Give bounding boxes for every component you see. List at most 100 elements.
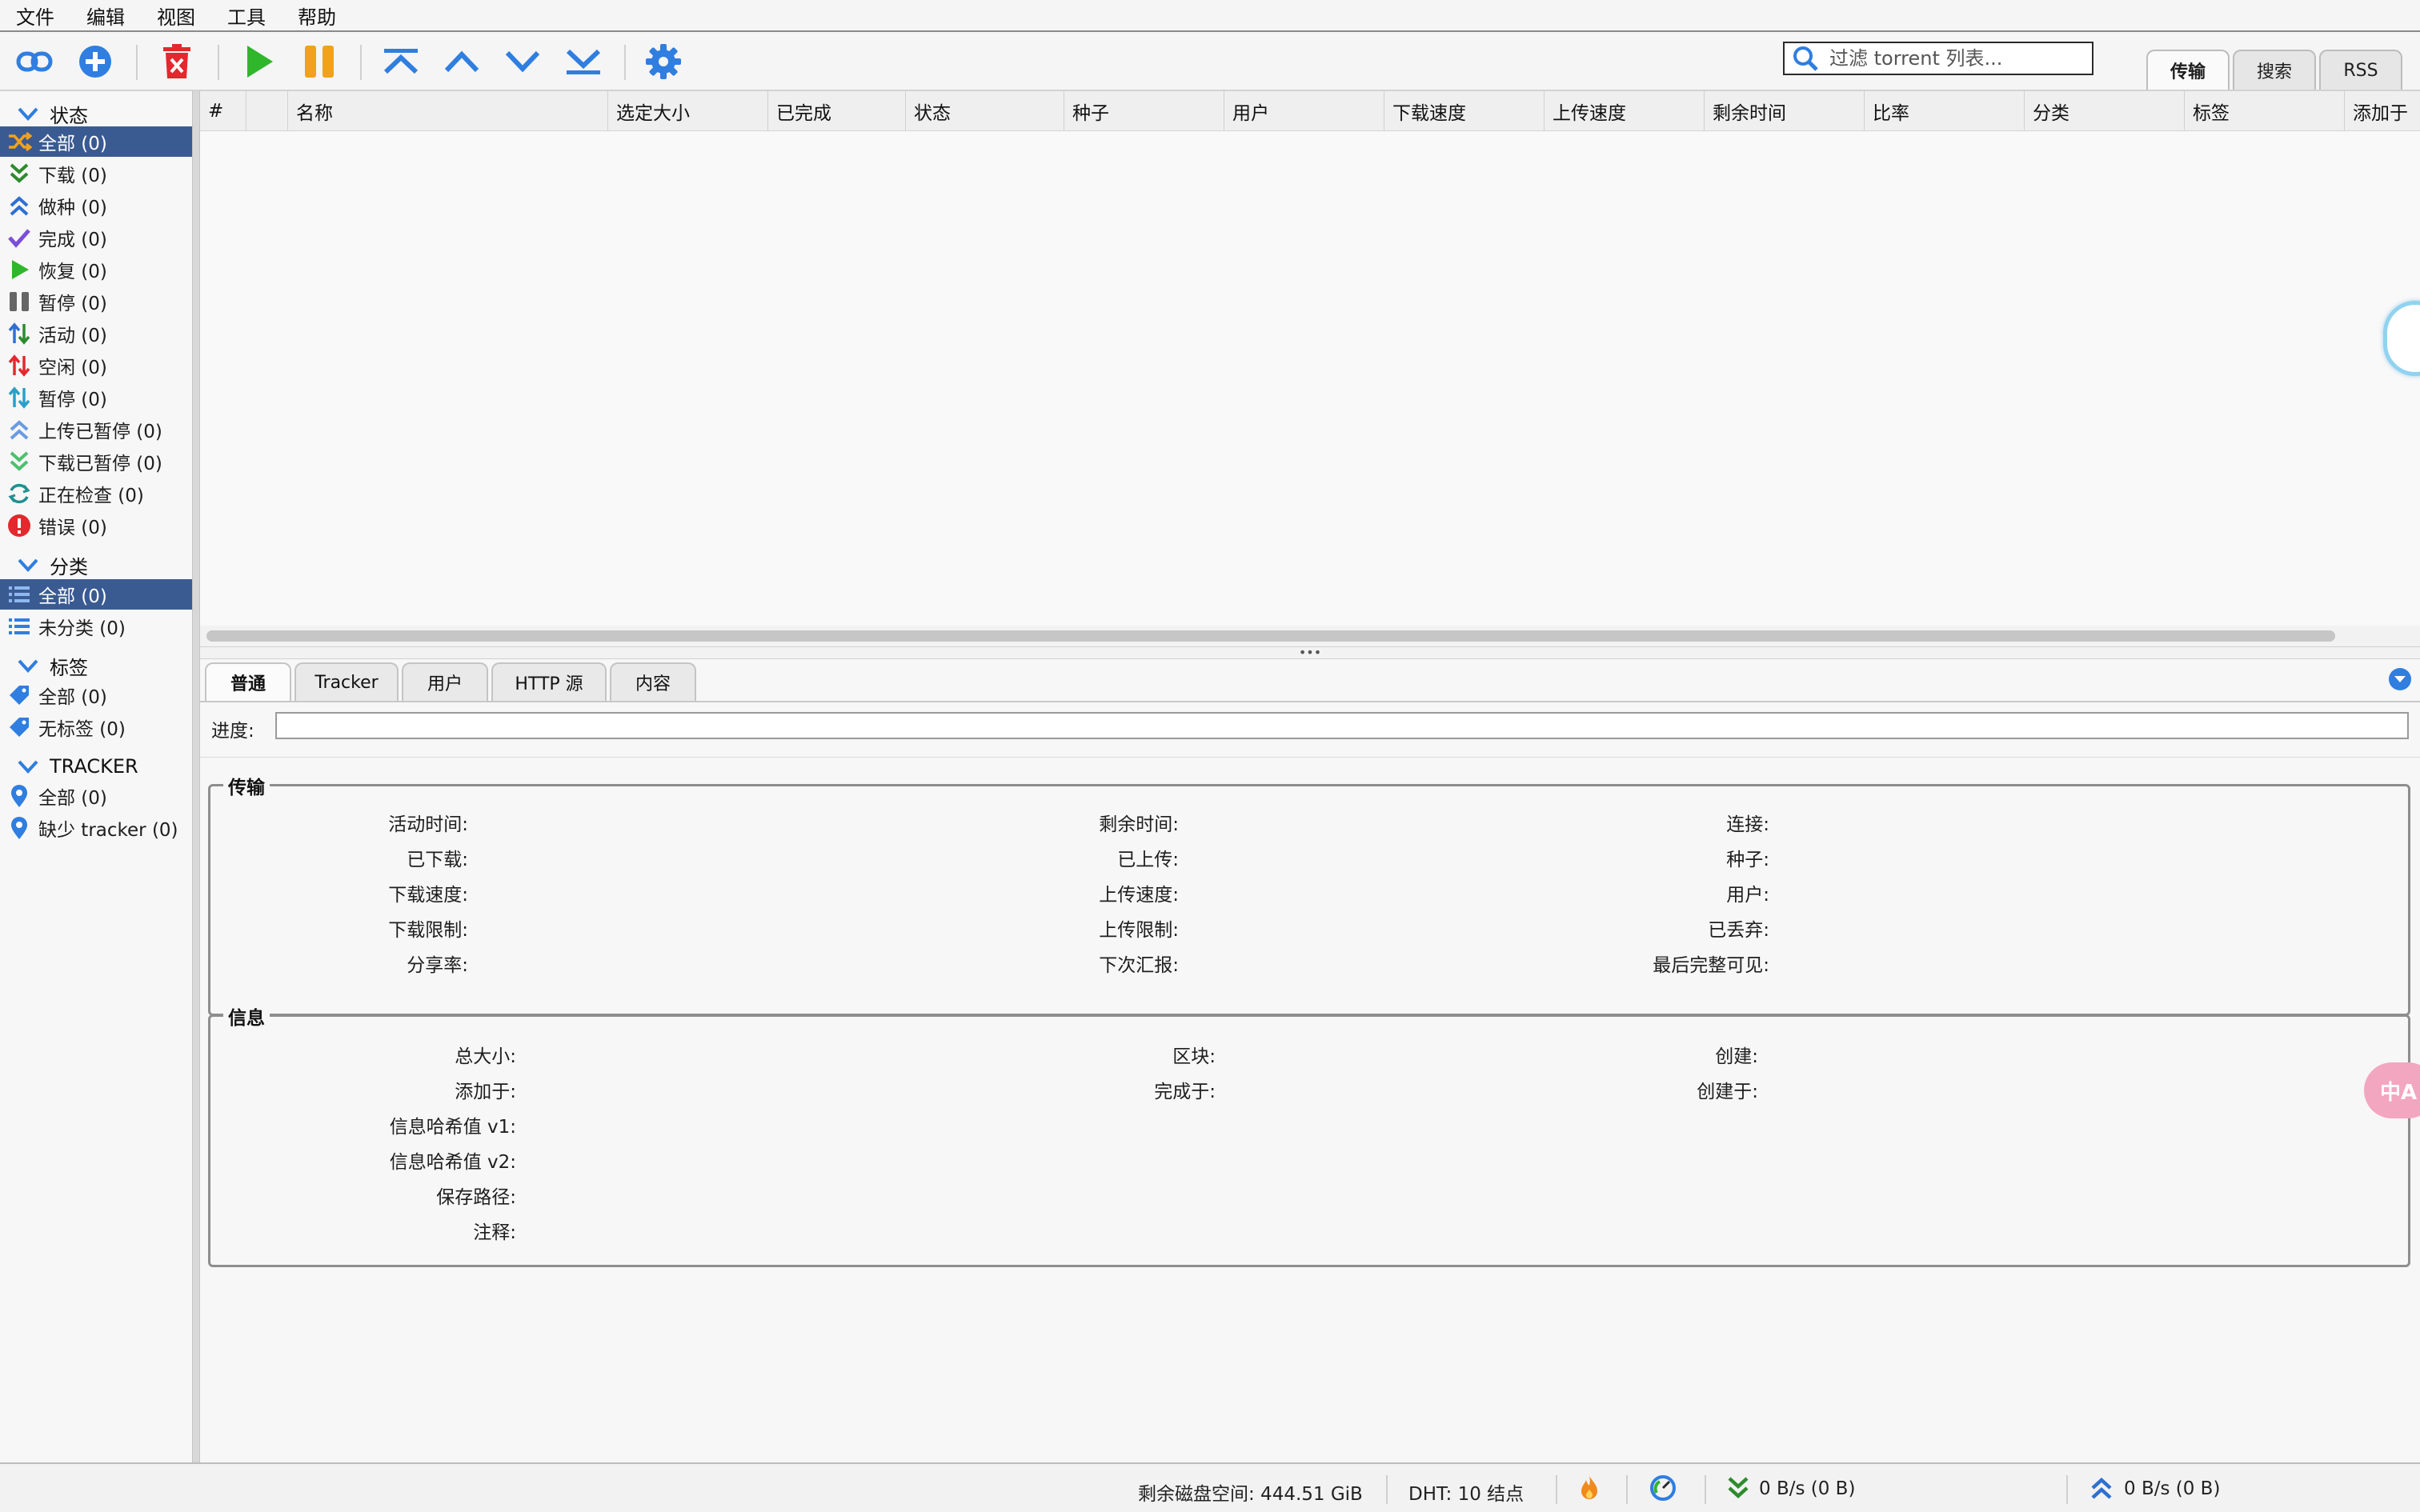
refresh-icon — [8, 483, 30, 504]
status-item-checking[interactable]: 正在检查 (0) — [0, 478, 192, 509]
delete-torrent-button[interactable] — [157, 42, 197, 82]
tab-rss[interactable]: RSS — [2319, 50, 2402, 90]
menu-edit[interactable]: 编辑 — [86, 2, 125, 30]
status-item-stalled-download[interactable]: 下载已暂停 (0) — [0, 446, 192, 477]
status-item-seeding[interactable]: 做种 (0) — [0, 190, 192, 221]
column-header-seeds[interactable]: 种子 — [1064, 91, 1224, 131]
menu-file[interactable]: 文件 — [16, 2, 54, 30]
column-header-added-on[interactable]: 添加于 — [2345, 91, 2420, 131]
field-label: 用户: — [1726, 885, 1769, 906]
menu-view[interactable]: 视图 — [157, 2, 195, 30]
status-item-active[interactable]: 活动 (0) — [0, 318, 192, 349]
tracker-item-trackerless[interactable]: 缺少 tracker (0) — [0, 813, 192, 843]
tag-icon — [10, 686, 29, 705]
tab-content[interactable]: 内容 — [610, 662, 696, 701]
move-down-button[interactable] — [503, 42, 543, 82]
tag-item-all[interactable]: 全部 (0) — [0, 680, 192, 710]
tracker-filter-header[interactable]: TRACKER — [0, 752, 192, 781]
upload-speed: 0 B/s (0 B) — [2124, 1478, 2221, 1499]
chevron-down-icon — [505, 50, 540, 73]
status-filter-header[interactable]: 状态 — [0, 99, 192, 128]
status-item-stalled[interactable]: 暂停 (0) — [0, 382, 192, 413]
location-pin-icon — [11, 785, 27, 807]
status-item-error[interactable]: 错误 (0) — [0, 510, 192, 541]
status-item-downloading[interactable]: 下载 (0) — [0, 158, 192, 189]
chevron-down-icon — [18, 760, 38, 774]
translate-widget[interactable]: 中A — [2364, 1062, 2420, 1118]
trash-icon — [163, 44, 190, 78]
column-header-download-speed[interactable]: 下载速度 — [1384, 91, 1545, 131]
resume-button[interactable] — [238, 42, 278, 82]
chevron-down-icon — [18, 558, 38, 572]
tag-filter-header[interactable]: 标签 — [0, 651, 192, 680]
field-label: 已下载: — [407, 850, 468, 870]
column-header-status[interactable]: 状态 — [906, 91, 1064, 131]
speed-limit-icon[interactable] — [1649, 1474, 1677, 1502]
status-separator — [2066, 1475, 2068, 1504]
column-header-status-icon[interactable] — [246, 91, 288, 131]
status-item-label: 全部 (0) — [38, 134, 107, 154]
move-bottom-button[interactable] — [563, 42, 603, 82]
tag-item-untagged[interactable]: 无标签 (0) — [0, 712, 192, 742]
status-item-stalled-upload[interactable]: 上传已暂停 (0) — [0, 414, 192, 445]
tab-trackers[interactable]: Tracker — [294, 662, 399, 701]
collapse-panel-icon[interactable] — [2388, 667, 2412, 691]
field-label: 完成于: — [1154, 1082, 1216, 1102]
status-item-completed[interactable]: 完成 (0) — [0, 222, 192, 253]
tab-http-sources[interactable]: HTTP 源 — [491, 662, 607, 701]
column-header-upload-speed[interactable]: 上传速度 — [1545, 91, 1705, 131]
add-torrent-file-button[interactable] — [75, 42, 115, 82]
options-button[interactable] — [643, 42, 683, 82]
field-label: 最后完整可见: — [1653, 955, 1769, 976]
status-separator — [1705, 1475, 1706, 1504]
transfer-group: 传输 活动时间: 剩余时间: 连接: 已下载: 已上传: 种子: 下载速度: 上… — [208, 772, 2410, 1016]
status-item-resumed[interactable]: 恢复 (0) — [0, 254, 192, 285]
status-item-label: 下载已暂停 (0) — [38, 454, 162, 474]
upload-speed-icon — [2091, 1477, 2112, 1499]
pause-button[interactable] — [299, 42, 339, 82]
category-item-uncategorized[interactable]: 未分类 (0) — [0, 611, 192, 642]
tracker-item-label: 缺少 tracker (0) — [38, 820, 178, 841]
panel-splitter[interactable]: ••• — [200, 646, 2420, 659]
menu-tools[interactable]: 工具 — [227, 2, 266, 30]
tab-transfers[interactable]: 传输 — [2146, 50, 2230, 90]
tab-search[interactable]: 搜索 — [2233, 50, 2316, 90]
column-header-done[interactable]: 已完成 — [768, 91, 906, 131]
filter-input[interactable] — [1828, 46, 2084, 70]
move-up-button[interactable] — [442, 42, 482, 82]
column-header-name[interactable]: 名称 — [288, 91, 608, 131]
column-header-size[interactable]: 选定大小 — [608, 91, 768, 131]
checkmark-icon — [8, 229, 30, 248]
column-header-category[interactable]: 分类 — [2025, 91, 2185, 131]
status-item-paused[interactable]: 暂停 (0) — [0, 286, 192, 317]
column-header-tags[interactable]: 标签 — [2185, 91, 2345, 131]
move-top-button[interactable] — [381, 42, 421, 82]
category-filter-header[interactable]: 分类 — [0, 550, 192, 579]
status-bar: 剩余磁盘空间: 444.51 GiB DHT: 10 结点 0 B/s (0 B… — [0, 1462, 2420, 1512]
field-label: 区块: — [1172, 1046, 1216, 1067]
status-item-inactive[interactable]: 空闲 (0) — [0, 350, 192, 381]
add-torrent-link-button[interactable] — [14, 42, 54, 82]
gear-icon — [646, 44, 681, 79]
category-item-all[interactable]: 全部 (0) — [0, 579, 192, 610]
sidebar-splitter[interactable] — [192, 91, 200, 1462]
column-header-ratio[interactable]: 比率 — [1865, 91, 2025, 131]
flame-icon[interactable] — [1575, 1474, 1604, 1502]
chevron-up-icon — [444, 50, 479, 73]
menu-help[interactable]: 帮助 — [298, 2, 336, 30]
column-header-peers[interactable]: 用户 — [1224, 91, 1384, 131]
double-chevron-up-icon — [10, 196, 29, 216]
horizontal-scrollbar[interactable] — [200, 626, 2420, 646]
tab-general[interactable]: 普通 — [205, 662, 291, 701]
transfer-list[interactable]: # 名称 选定大小 已完成 状态 种子 用户 下载速度 上传速度 剩余时间 比率… — [200, 91, 2420, 646]
field-label: 下次汇报: — [1099, 955, 1179, 976]
tab-peers[interactable]: 用户 — [402, 662, 488, 701]
error-icon — [8, 514, 30, 537]
tracker-item-all[interactable]: 全部 (0) — [0, 781, 192, 811]
status-separator — [1386, 1475, 1388, 1504]
column-header-eta[interactable]: 剩余时间 — [1705, 91, 1865, 131]
scrollbar-thumb[interactable] — [206, 630, 2335, 642]
column-header-queue[interactable]: # — [200, 91, 246, 131]
field-label: 种子: — [1726, 850, 1769, 870]
status-item-all[interactable]: 全部 (0) — [0, 126, 192, 157]
